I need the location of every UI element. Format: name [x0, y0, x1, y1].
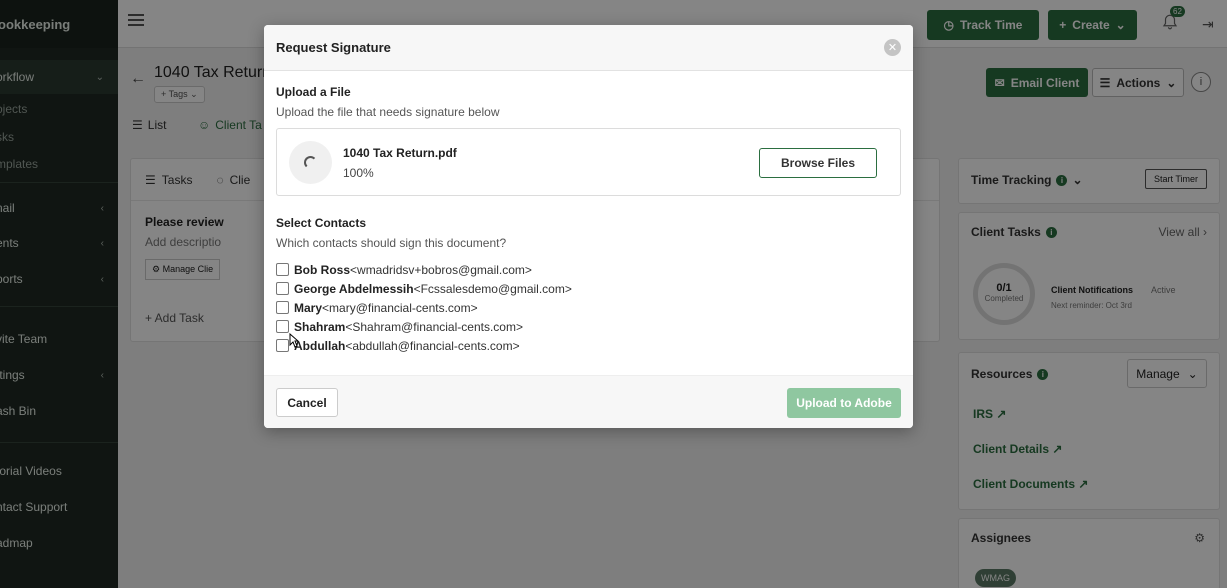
contact-item[interactable]: George Abdelmessih <Fcssalesdemo@gmail.co… [276, 279, 901, 298]
contact-email: <Fcssalesdemo@gmail.com> [413, 281, 572, 296]
contact-email: <Shahram@financial-cents.com> [345, 319, 523, 334]
contact-checkbox[interactable] [276, 263, 289, 276]
contact-checkbox[interactable] [276, 301, 289, 314]
modal-footer: Cancel Upload to Adobe [264, 375, 913, 428]
file-upload-box: 1040 Tax Return.pdf 100% Browse Files [276, 128, 901, 196]
file-progress: 100% [343, 166, 374, 180]
close-icon[interactable]: ✕ [884, 39, 901, 56]
contact-email: <wmadridsv+bobros@gmail.com> [350, 262, 532, 277]
contact-name: Bob Ross [294, 262, 351, 277]
upload-section-title: Upload a File [276, 85, 351, 99]
upload-to-adobe-button[interactable]: Upload to Adobe [787, 388, 901, 418]
spinner-icon [304, 156, 317, 169]
contact-item[interactable]: Shahram <Shahram@financial-cents.com> [276, 317, 901, 336]
modal-title: Request Signature [276, 40, 391, 55]
browse-files-button[interactable]: Browse Files [759, 148, 877, 178]
request-signature-modal: Request Signature ✕ Upload a File Upload… [264, 25, 913, 428]
contact-item[interactable]: Bob Ross <wmadridsv+bobros@gmail.com> [276, 260, 901, 279]
contact-email: <abdullah@financial-cents.com> [345, 338, 520, 353]
contact-list: Bob Ross <wmadridsv+bobros@gmail.com> Geo… [276, 260, 901, 355]
contact-item[interactable]: Abdullah <abdullah@financial-cents.com> [276, 336, 901, 355]
mouse-cursor-icon [289, 333, 299, 348]
contact-checkbox[interactable] [276, 339, 289, 352]
contacts-section-title: Select Contacts [276, 216, 367, 230]
contact-name: George Abdelmessih [294, 281, 414, 296]
upload-spinner [289, 141, 332, 184]
contact-name: Mary [294, 300, 323, 315]
upload-section-subtitle: Upload the file that needs signature bel… [276, 105, 500, 119]
contact-checkbox[interactable] [276, 320, 289, 333]
cancel-button[interactable]: Cancel [276, 388, 338, 417]
contacts-section-subtitle: Which contacts should sign this document… [276, 236, 507, 250]
file-name: 1040 Tax Return.pdf [343, 146, 457, 160]
contact-name: Shahram [294, 319, 346, 334]
contact-name: Abdullah [294, 338, 346, 353]
contact-email: <mary@financial-cents.com> [322, 300, 478, 315]
contact-checkbox[interactable] [276, 282, 289, 295]
contact-item[interactable]: Mary <mary@financial-cents.com> [276, 298, 901, 317]
